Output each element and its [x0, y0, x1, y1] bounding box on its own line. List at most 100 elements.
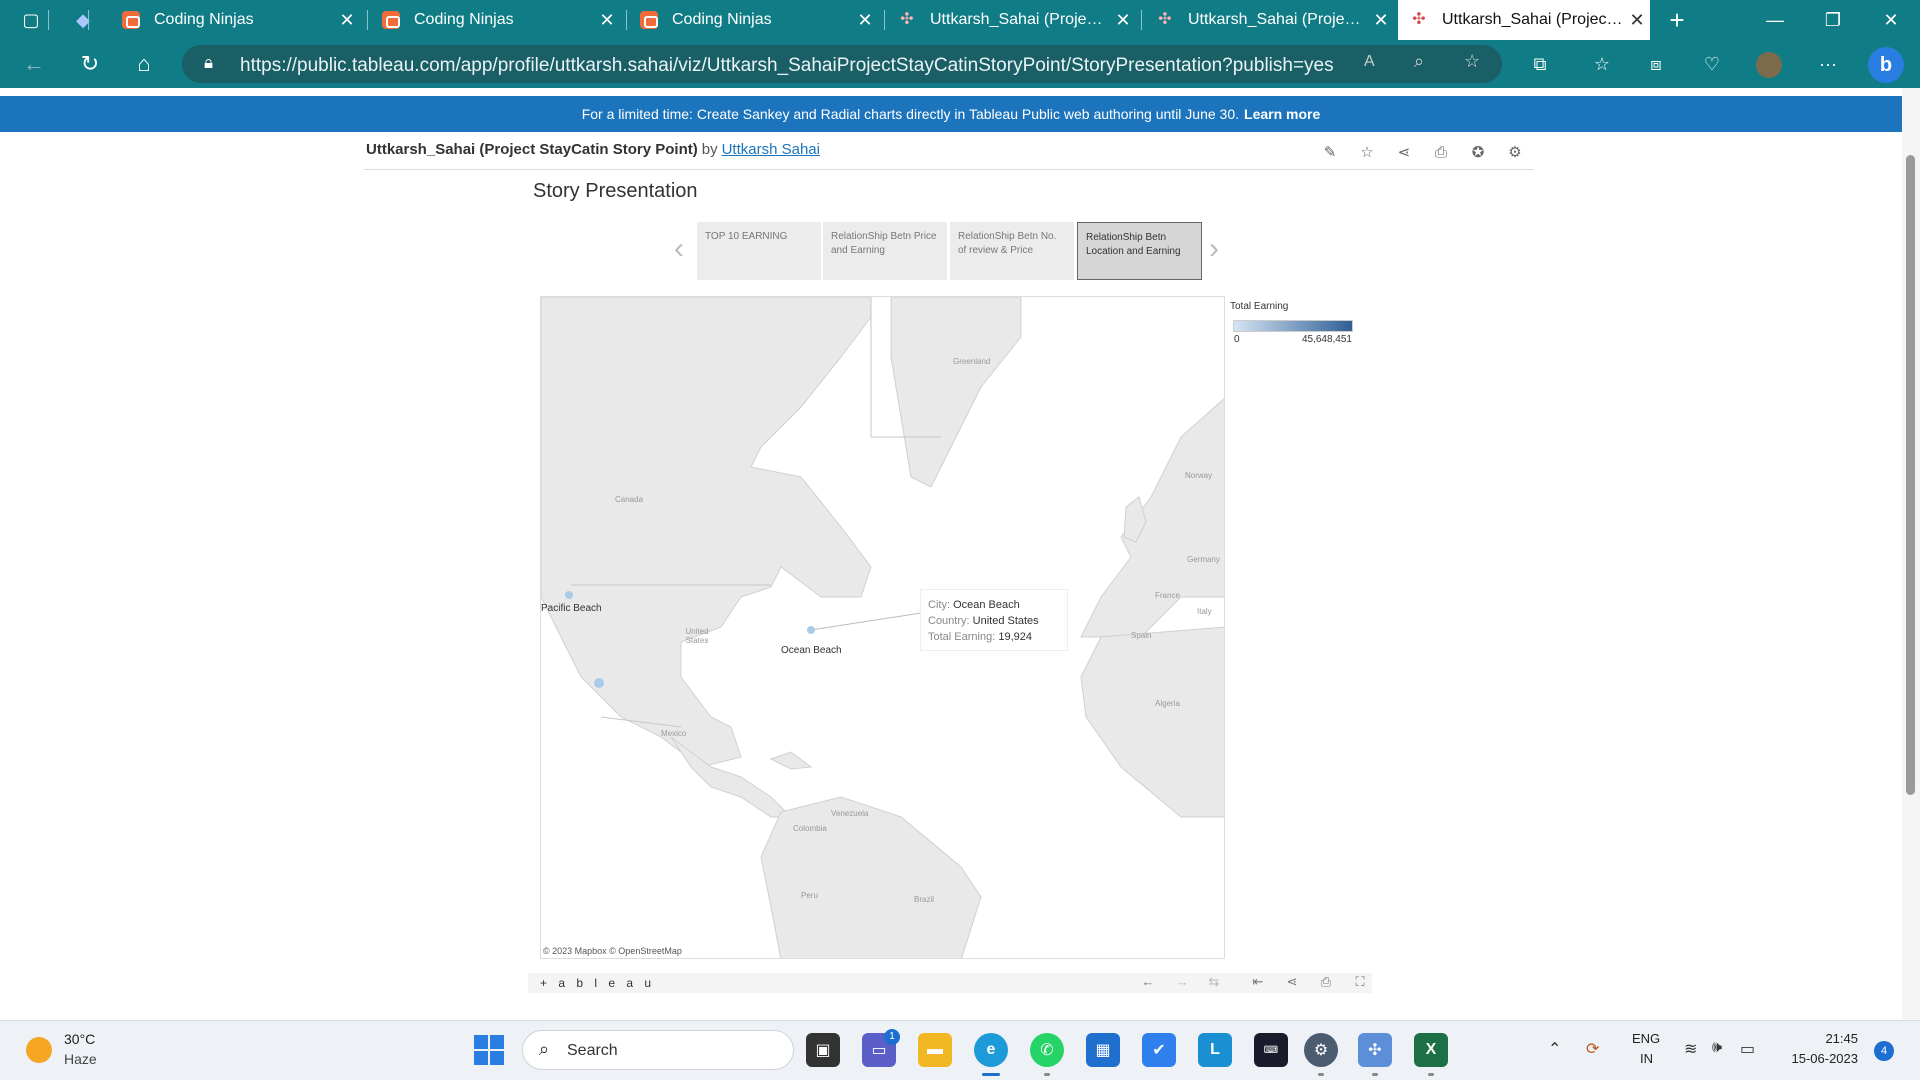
author-link[interactable]: Uttkarsh Sahai	[722, 141, 820, 158]
bing-copilot-icon[interactable]: b	[1868, 47, 1904, 83]
close-icon[interactable]: ✕	[334, 10, 360, 31]
browser-essentials-icon[interactable]: ♡	[1696, 48, 1728, 80]
story-point-review-price[interactable]: RelationShip Betn No. of review & Price	[950, 222, 1074, 280]
clock-date[interactable]: 15-06-2023	[1774, 1051, 1859, 1066]
tableau-toolbar: + a b l e a u ← → ⇆ ⇤ ⋖ ⎙ ⛶	[528, 973, 1372, 993]
share-icon[interactable]: ⋖	[1282, 974, 1302, 992]
close-icon[interactable]: ✕	[852, 10, 878, 31]
download-icon[interactable]: ⎙	[1316, 974, 1336, 992]
excel-icon[interactable]: X	[1414, 1033, 1448, 1067]
settings-gear-icon[interactable]: ⚙	[1504, 142, 1526, 164]
revert-icon[interactable]: ⇆	[1204, 974, 1224, 992]
browser-tab-4[interactable]: ✣ Uttkarsh_Sahai (Project Sta ✕	[886, 0, 1136, 40]
more-options-icon[interactable]: ···	[1812, 48, 1844, 80]
l-app-icon[interactable]: L	[1198, 1033, 1232, 1067]
share-icon[interactable]: ⋖	[1393, 142, 1415, 164]
start-button[interactable]	[474, 1035, 504, 1065]
map-label-colombia: Colombia	[793, 824, 827, 833]
lock-icon[interactable]: 🔒︎	[204, 53, 213, 73]
settings-icon[interactable]: ⚙	[1304, 1033, 1338, 1067]
weather-haze-icon[interactable]	[26, 1037, 52, 1063]
workspaces-icon[interactable]: ◆	[60, 0, 106, 40]
read-aloud-icon[interactable]: A	[1364, 53, 1375, 71]
todo-icon[interactable]: ✔	[1142, 1033, 1176, 1067]
restore-button[interactable]: ❐	[1810, 0, 1856, 40]
back-button[interactable]: ←	[18, 48, 50, 80]
tooltip-country: United States	[972, 615, 1039, 627]
close-icon[interactable]: ✕	[1624, 10, 1650, 31]
tableau-app-icon[interactable]: ✣	[1358, 1033, 1392, 1067]
close-icon[interactable]: ✕	[594, 10, 620, 31]
wifi-icon[interactable]: ≋	[1684, 1039, 1697, 1059]
search-placeholder[interactable]: Search	[567, 1042, 618, 1060]
language-code[interactable]: ENG	[1632, 1031, 1660, 1046]
weather-condition[interactable]: Haze	[64, 1051, 97, 1067]
profile-avatar[interactable]	[1756, 52, 1782, 78]
task-view-icon[interactable]: ▣	[806, 1033, 840, 1067]
fullscreen-icon[interactable]: ⛶	[1350, 974, 1370, 992]
refresh-button[interactable]: ↻	[74, 48, 106, 80]
browser-tab-5[interactable]: ✣ Uttkarsh_Sahai (Project Sta ✕	[1144, 0, 1394, 40]
story-next-arrow-icon[interactable]: ›	[1209, 232, 1219, 266]
extensions-icon[interactable]: ⧉	[1524, 48, 1556, 80]
browser-tab-2[interactable]: Coding Ninjas ✕	[370, 0, 620, 40]
close-icon[interactable]: ✕	[1110, 10, 1136, 31]
featured-icon[interactable]: ✪	[1467, 142, 1489, 164]
undo-icon[interactable]: ←	[1138, 974, 1158, 992]
favorites-icon[interactable]: ☆	[1586, 48, 1618, 80]
zoom-icon[interactable]: ⌕	[1414, 51, 1424, 72]
collections-icon[interactable]: ⧈	[1640, 48, 1672, 80]
sync-icon[interactable]: ⟳	[1586, 1039, 1599, 1059]
home-button[interactable]: ⌂	[128, 48, 160, 80]
reset-icon[interactable]: ⇤	[1248, 974, 1268, 992]
tab-title: Uttkarsh_Sahai (Project Sta	[1442, 11, 1624, 28]
browser-tab-1[interactable]: Coding Ninjas ✕	[110, 0, 360, 40]
map-attribution[interactable]: © 2023 Mapbox © OpenStreetMap	[543, 946, 682, 956]
url-text[interactable]: https://public.tableau.com/app/profile/u…	[240, 55, 1334, 77]
favorite-icon[interactable]: ☆	[1356, 142, 1378, 164]
notification-count[interactable]: 4	[1874, 1041, 1894, 1061]
story-prev-arrow-icon[interactable]: ‹	[674, 232, 684, 266]
new-tab-button[interactable]: +	[1654, 0, 1700, 40]
file-explorer-icon[interactable]: ▬	[918, 1033, 952, 1067]
tableau-icon: ✣	[1158, 11, 1172, 28]
viz-header: Uttkarsh_Sahai (Project StayCatin Story …	[364, 138, 1534, 170]
learn-more-link[interactable]: Learn more	[1244, 106, 1320, 122]
story-point-price-earning[interactable]: RelationShip Betn Price and Earning	[823, 222, 947, 280]
battery-icon[interactable]: ▭	[1740, 1039, 1755, 1059]
microsoft-store-icon[interactable]: ▦	[1086, 1033, 1120, 1067]
legend-max: 45,648,451	[1301, 334, 1352, 345]
browser-tab-3[interactable]: Coding Ninjas ✕	[628, 0, 878, 40]
edit-icon[interactable]: ✎	[1319, 142, 1341, 164]
coding-ninjas-icon	[382, 11, 400, 29]
clock-time[interactable]: 21:45	[1790, 1031, 1858, 1046]
page-scrollbar-thumb[interactable]	[1906, 155, 1915, 795]
volume-icon[interactable]: 🕪︎	[1712, 1039, 1722, 1057]
tooltip-city: Ocean Beach	[953, 599, 1020, 611]
mysql-workbench-icon[interactable]: ⌨	[1254, 1033, 1288, 1067]
address-bar[interactable]: 🔒︎ https://public.tableau.com/app/profil…	[182, 45, 1502, 83]
browser-tab-6-active[interactable]: ✣ Uttkarsh_Sahai (Project Sta ✕	[1398, 0, 1650, 40]
map-point-pacific-beach	[565, 591, 573, 599]
tableau-logo[interactable]: + a b l e a u	[540, 976, 655, 990]
taskbar-search[interactable]: ⌕ Search	[522, 1030, 794, 1070]
map-label-spain: Spain	[1131, 631, 1152, 640]
weather-temp[interactable]: 30°C	[64, 1031, 95, 1047]
map-label-italy: Italy	[1197, 607, 1212, 616]
minimize-button[interactable]: —	[1752, 0, 1798, 40]
story-point-location-earning[interactable]: RelationShip Betn Location and Earning	[1077, 222, 1202, 280]
close-icon[interactable]: ✕	[1368, 10, 1394, 31]
download-icon[interactable]: ⎙	[1430, 142, 1452, 164]
redo-icon[interactable]: →	[1172, 974, 1192, 992]
map-label-brazil: Brazil	[914, 895, 935, 904]
earning-map[interactable]: Greenland Canada Norway Germany France I…	[540, 296, 1225, 959]
chat-badge: 1	[884, 1029, 900, 1045]
edge-browser-icon[interactable]: e	[974, 1033, 1008, 1067]
tableau-icon: ✣	[900, 11, 914, 28]
close-window-button[interactable]: ✕	[1868, 0, 1914, 40]
whatsapp-icon[interactable]: ✆	[1030, 1033, 1064, 1067]
language-region[interactable]: IN	[1640, 1051, 1653, 1066]
story-point-top10-earning[interactable]: TOP 10 EARNING	[697, 222, 821, 280]
chevron-up-icon[interactable]: ⌃	[1548, 1039, 1561, 1059]
favorite-star-icon[interactable]: ☆	[1464, 51, 1480, 72]
